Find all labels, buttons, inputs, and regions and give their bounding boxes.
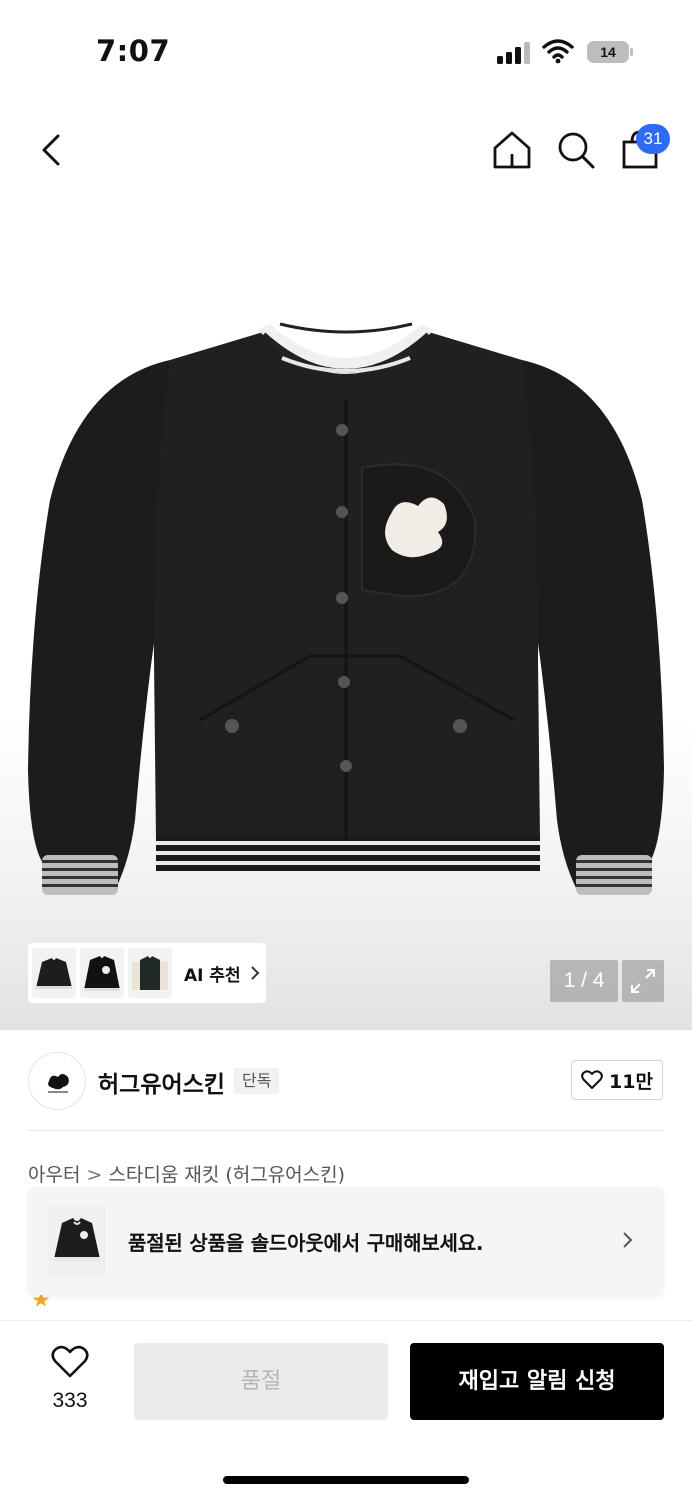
heart-icon xyxy=(51,1345,89,1378)
home-indicator xyxy=(223,1476,469,1484)
wishlist-button[interactable]: 333 xyxy=(40,1345,100,1415)
brand-logo[interactable] xyxy=(28,1052,86,1110)
brand-like-count: 11만 xyxy=(609,1070,653,1093)
brand-name[interactable]: 허그유어스킨 xyxy=(98,1065,225,1099)
divider xyxy=(28,1130,664,1131)
toast-message: 품절된 상품을 솔드아웃에서 구매해보세요. xyxy=(128,1231,484,1255)
cart-count-badge: 31 xyxy=(636,124,670,154)
status-bar: 7:07 14 xyxy=(0,0,692,100)
cellular-signal-icon xyxy=(497,42,531,64)
recommend-thumbnail[interactable] xyxy=(32,948,76,998)
battery-icon: 14 xyxy=(587,41,633,63)
soldout-button: 품절 xyxy=(134,1343,388,1420)
recommend-thumbnail[interactable] xyxy=(128,948,172,998)
ai-recommend-label[interactable]: AI 추천 xyxy=(184,961,241,986)
product-image-area[interactable]: 31 AI 추천 1 / 4 xyxy=(0,0,692,1030)
breadcrumb-separator: > xyxy=(86,1164,103,1186)
image-page-counter: 1 / 4 xyxy=(550,960,618,1002)
status-time: 7:07 xyxy=(96,34,171,68)
heart-icon xyxy=(581,1070,603,1089)
wishlist-count: 333 xyxy=(52,1389,88,1412)
exclusive-badge: 단독 xyxy=(234,1068,280,1094)
expand-icon[interactable] xyxy=(622,960,664,1002)
brand-row: 허그유어스킨 단독 11만 xyxy=(28,1052,664,1112)
brand-like-button[interactable]: 11만 xyxy=(571,1060,663,1100)
soldout-toast[interactable]: 품절된 상품을 솔드아웃에서 구매해보세요. xyxy=(28,1187,664,1295)
bottom-action-bar: 333 품절 재입고 알림 신청 xyxy=(0,1320,692,1500)
product-image[interactable] xyxy=(20,300,672,920)
chevron-right-icon xyxy=(250,966,260,980)
wifi-icon xyxy=(542,39,574,64)
breadcrumb-product[interactable]: 스타디움 재킷 (허그유어스킨) xyxy=(108,1164,345,1186)
toast-thumbnail xyxy=(48,1205,106,1277)
search-icon[interactable] xyxy=(554,128,598,172)
chevron-right-icon xyxy=(623,1232,633,1248)
back-icon[interactable] xyxy=(32,128,72,172)
breadcrumb: 아우터 > 스타디움 재킷 (허그유어스킨) xyxy=(28,1160,345,1187)
home-icon[interactable] xyxy=(490,128,534,172)
recommend-thumbnail[interactable] xyxy=(80,948,124,998)
ai-recommend-strip[interactable]: AI 추천 xyxy=(28,943,266,1003)
restock-alert-button[interactable]: 재입고 알림 신청 xyxy=(410,1343,664,1420)
breadcrumb-category[interactable]: 아우터 xyxy=(28,1164,80,1186)
battery-level: 14 xyxy=(600,44,616,60)
